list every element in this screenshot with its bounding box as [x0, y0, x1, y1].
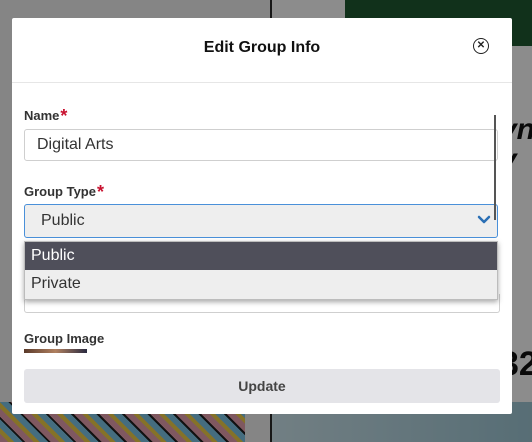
name-label-text: Name: [24, 108, 60, 123]
option-private[interactable]: Private: [25, 270, 497, 298]
group-image-label: Group Image: [24, 331, 105, 346]
group-type-selected-value: Public: [41, 212, 85, 229]
group-type-dropdown: Public Private: [24, 241, 498, 300]
group-image-thumbnail[interactable]: [24, 349, 87, 353]
modal-scrollbar[interactable]: [494, 115, 496, 220]
option-public[interactable]: Public: [25, 242, 497, 270]
name-input[interactable]: [24, 129, 498, 161]
name-label: Name*: [24, 104, 68, 126]
required-mark: *: [96, 182, 104, 202]
edit-group-modal: Edit Group Info ✕ Name* Group Type* Publ…: [12, 18, 512, 414]
group-type-select[interactable]: Public: [24, 204, 498, 238]
update-button[interactable]: Update: [24, 369, 500, 403]
modal-title: Edit Group Info: [203, 39, 321, 56]
group-type-label-text: Group Type: [24, 184, 96, 199]
group-type-label: Group Type*: [24, 180, 104, 202]
close-icon[interactable]: ✕: [473, 38, 489, 54]
modal-header: Edit Group Info ✕: [12, 18, 512, 83]
chevron-down-icon: [477, 215, 491, 224]
required-mark: *: [60, 106, 68, 126]
